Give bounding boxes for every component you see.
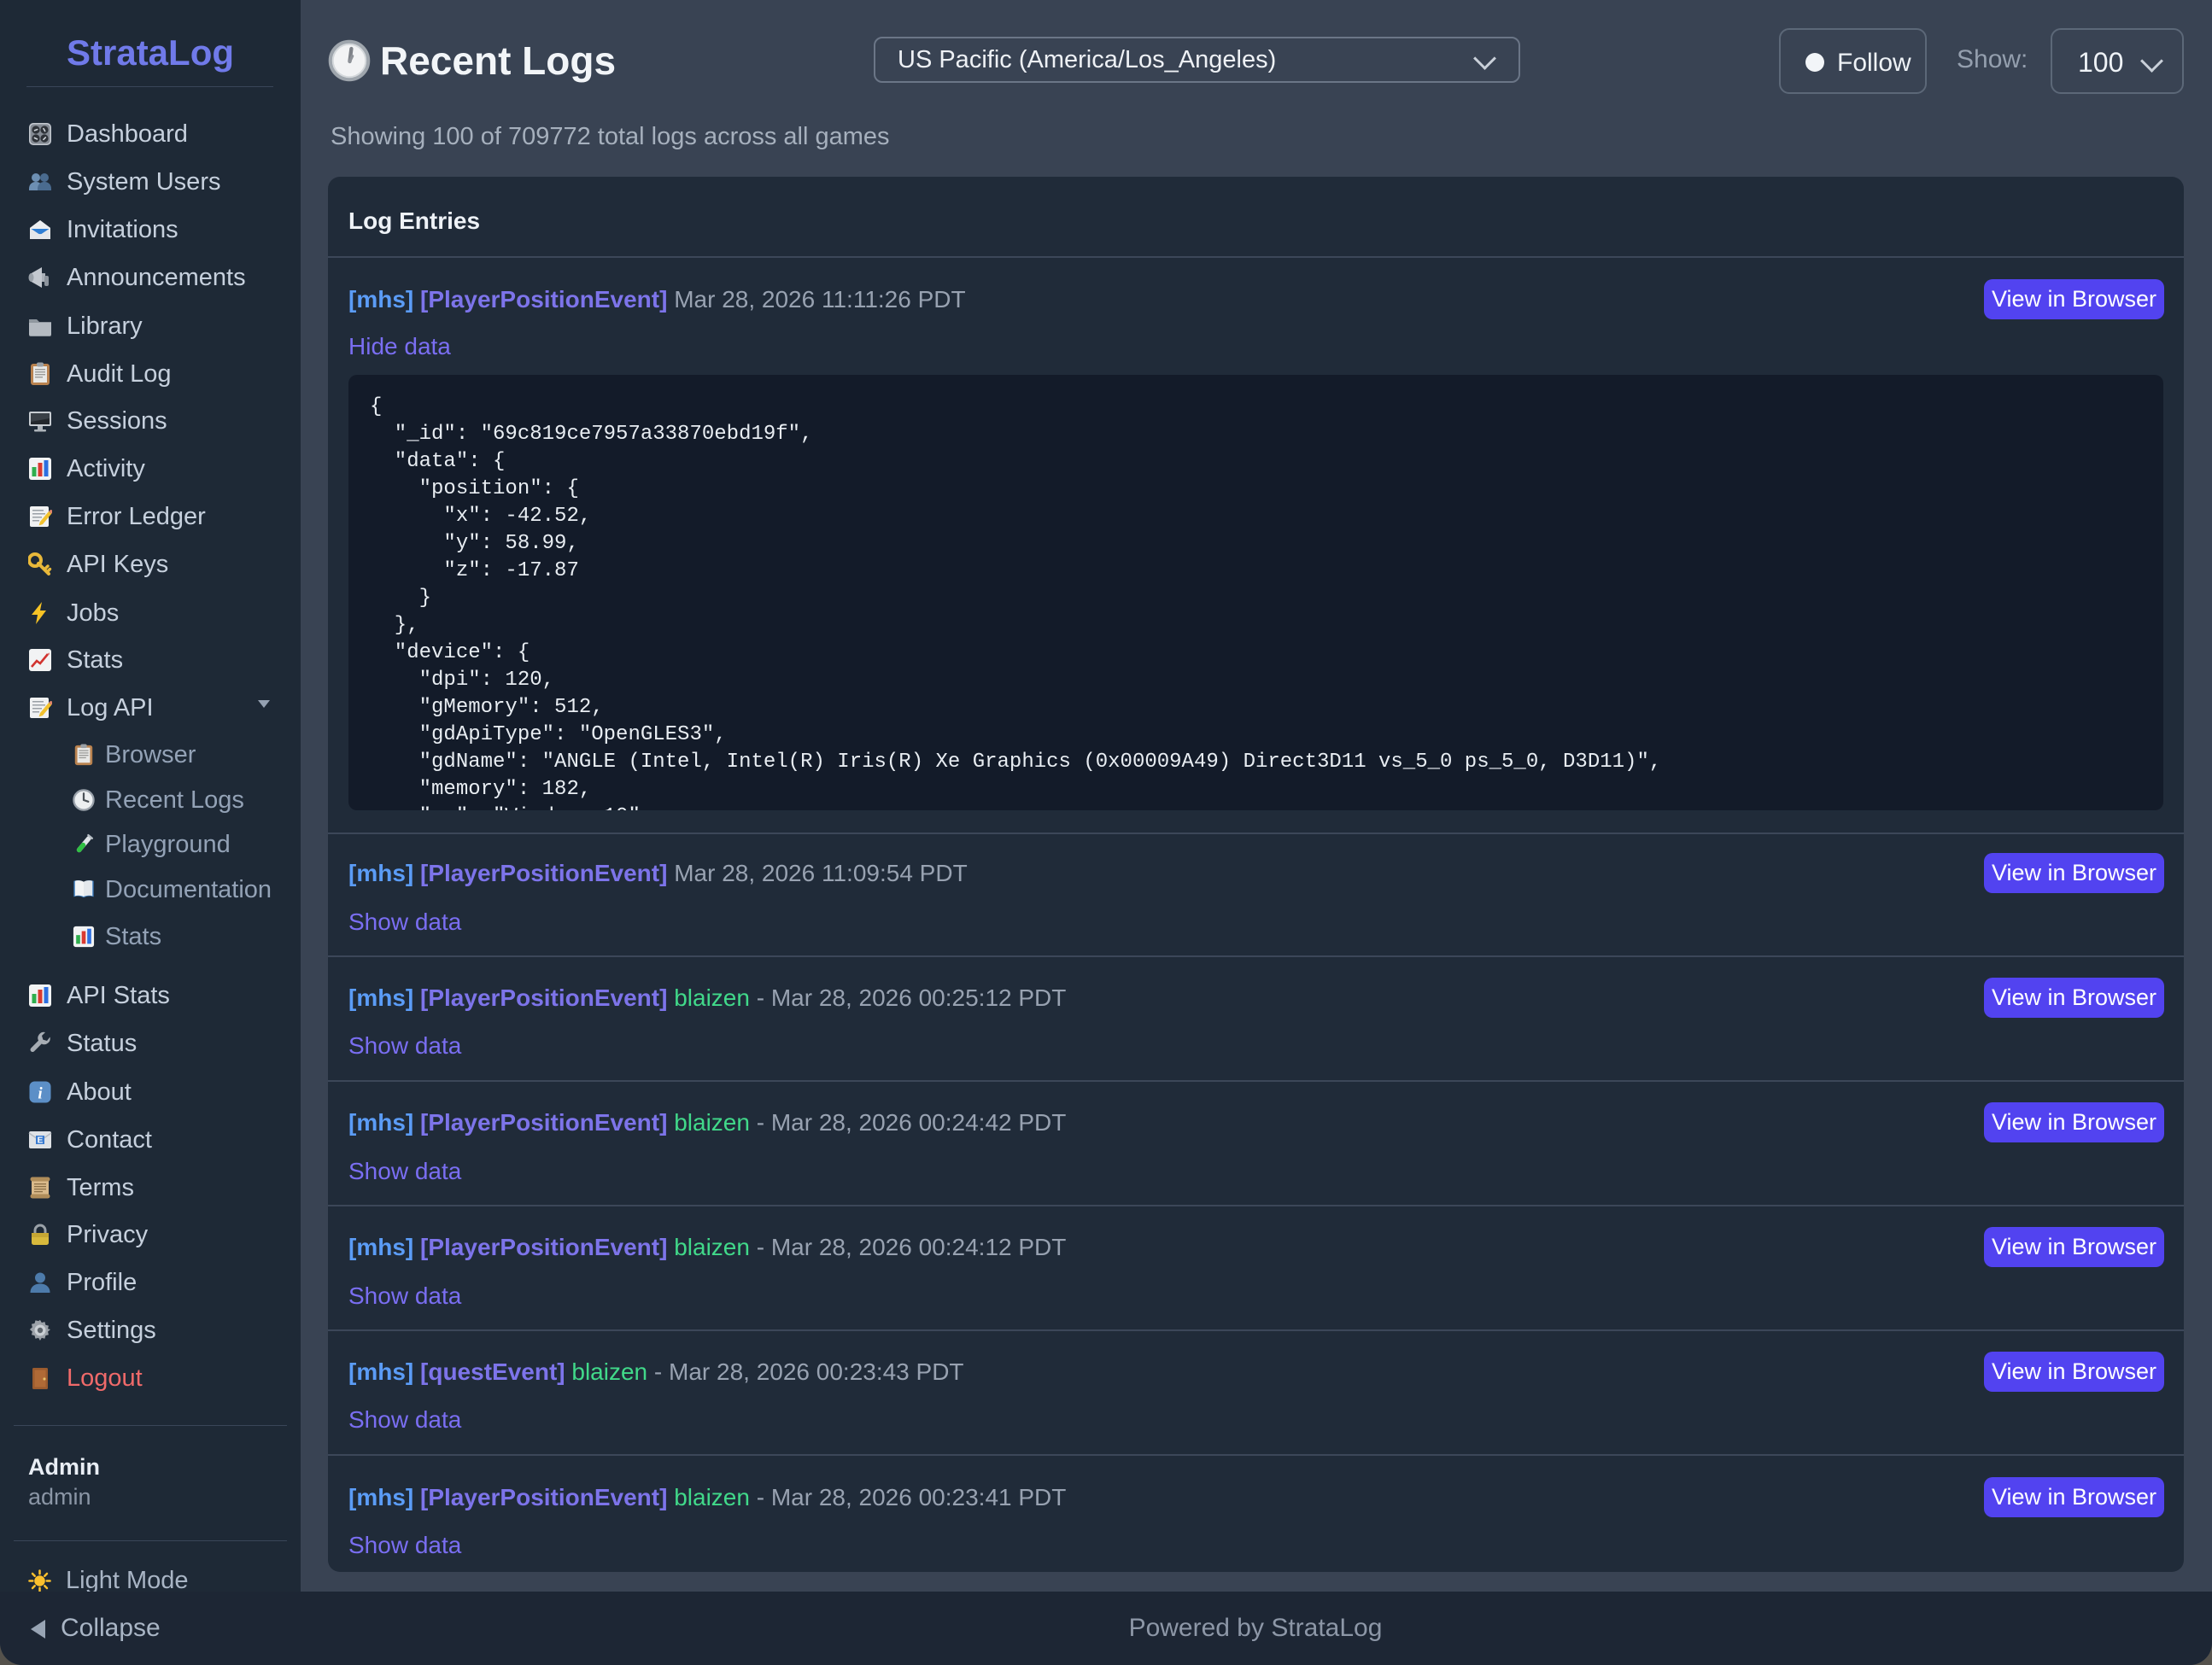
svg-text:E: E [38,1136,44,1146]
svg-text:i: i [38,1085,43,1103]
